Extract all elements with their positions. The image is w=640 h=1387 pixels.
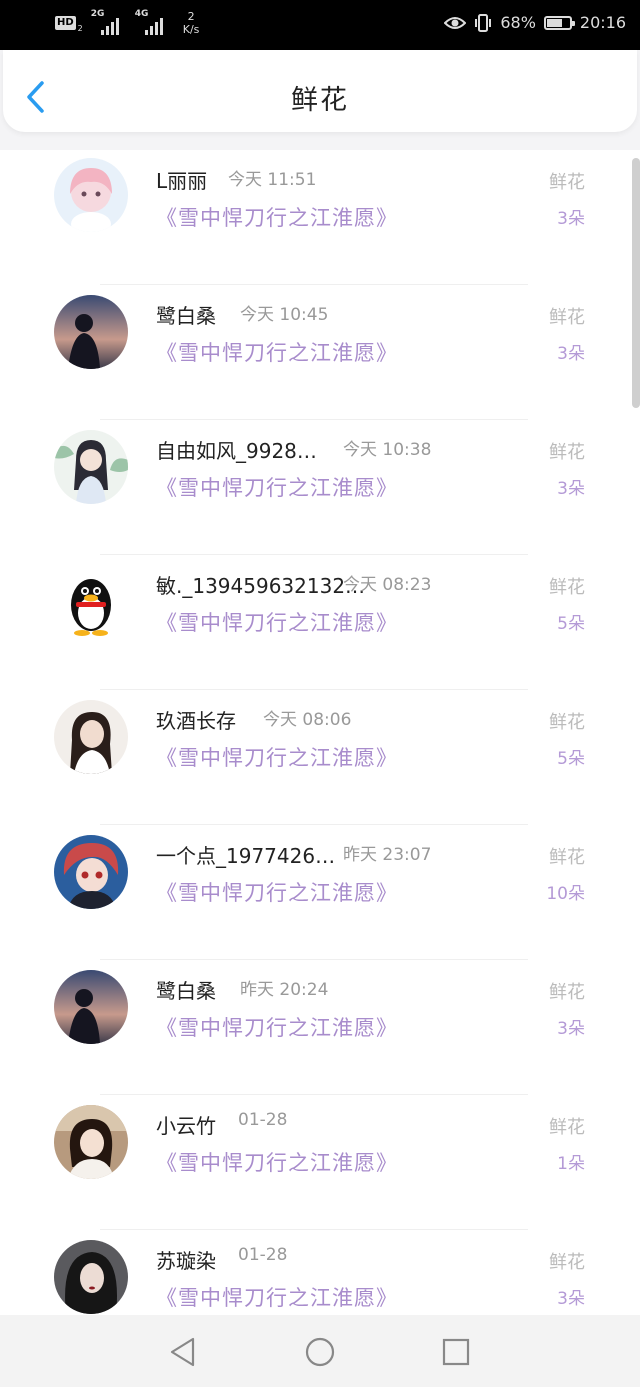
- book-title-link[interactable]: 《雪中悍刀行之江淮愿》: [156, 1282, 398, 1312]
- vibrate-icon: [475, 13, 492, 32]
- user-name[interactable]: 鹭白桑: [156, 975, 216, 1004]
- list-item[interactable]: 敏._139459632132… 今天 08:23 《雪中悍刀行之江淮愿》 鲜花…: [0, 555, 640, 690]
- status-right: 68% 20:16: [444, 13, 626, 32]
- gift-time: 昨天 20:24: [240, 980, 329, 1000]
- penguin-avatar[interactable]: [54, 565, 128, 639]
- gift-time: 今天 08:23: [343, 575, 432, 595]
- network-speed: 2 K/s: [183, 10, 200, 36]
- gift-time: 01-28: [238, 1245, 288, 1265]
- gift-type: 鲜花: [549, 1117, 585, 1138]
- user-name[interactable]: 小云竹: [156, 1110, 216, 1139]
- gift-count: 3朵: [557, 1019, 585, 1039]
- user-name[interactable]: 苏璇染: [156, 1245, 216, 1274]
- gift-count: 5朵: [557, 749, 585, 769]
- gift-count: 10朵: [546, 884, 585, 904]
- user-name[interactable]: 鹭白桑: [156, 300, 216, 329]
- book-title-link[interactable]: 《雪中悍刀行之江淮愿》: [156, 337, 398, 367]
- gift-type: 鲜花: [549, 982, 585, 1003]
- avatar[interactable]: [54, 700, 128, 774]
- user-name[interactable]: 玖酒长存: [156, 705, 236, 734]
- gift-time: 01-28: [238, 1110, 288, 1130]
- hd-sim-index: 2: [77, 23, 83, 33]
- user-name[interactable]: 一个点_1977426…: [156, 840, 335, 869]
- battery-percent: 68%: [500, 13, 536, 32]
- list-item[interactable]: 小云竹 01-28 《雪中悍刀行之江淮愿》 鲜花 1朵: [0, 1095, 640, 1230]
- gift-type: 鲜花: [549, 307, 585, 328]
- user-name[interactable]: 敏._139459632132…: [156, 570, 365, 599]
- signal-2g-icon: 2G: [91, 9, 127, 35]
- app-header: 鲜花: [3, 50, 637, 132]
- back-triangle-icon[interactable]: [166, 1335, 200, 1369]
- gift-type: 鲜花: [549, 847, 585, 868]
- gift-list[interactable]: L丽丽 今天 11:51 《雪中悍刀行之江淮愿》 鲜花 3朵 鹭白桑 今天 10…: [0, 150, 640, 1315]
- gift-time: 昨天 23:07: [343, 845, 432, 865]
- book-title-link[interactable]: 《雪中悍刀行之江淮愿》: [156, 742, 398, 772]
- gift-count: 5朵: [557, 614, 585, 634]
- gift-type: 鲜花: [549, 1252, 585, 1273]
- gift-count: 3朵: [557, 1289, 585, 1309]
- avatar[interactable]: [54, 158, 128, 232]
- gift-count: 1朵: [557, 1154, 585, 1174]
- book-title-link[interactable]: 《雪中悍刀行之江淮愿》: [156, 877, 398, 907]
- avatar[interactable]: [54, 430, 128, 504]
- avatar[interactable]: [54, 295, 128, 369]
- gift-type: 鲜花: [549, 712, 585, 733]
- gift-time: 今天 11:51: [228, 170, 317, 190]
- list-item[interactable]: L丽丽 今天 11:51 《雪中悍刀行之江淮愿》 鲜花 3朵: [0, 150, 640, 285]
- gift-count: 3朵: [557, 344, 585, 364]
- list-item[interactable]: 自由如风_9928… 今天 10:38 《雪中悍刀行之江淮愿》 鲜花 3朵: [0, 420, 640, 555]
- recents-square-icon[interactable]: [439, 1335, 473, 1369]
- page-title: 鲜花: [291, 85, 349, 116]
- gift-type: 鲜花: [549, 577, 585, 598]
- list-item[interactable]: 苏璇染 01-28 《雪中悍刀行之江淮愿》 鲜花 3朵: [0, 1230, 640, 1315]
- list-item[interactable]: 鹭白桑 今天 10:45 《雪中悍刀行之江淮愿》 鲜花 3朵: [0, 285, 640, 420]
- book-title-link[interactable]: 《雪中悍刀行之江淮愿》: [156, 607, 398, 637]
- gift-time: 今天 08:06: [263, 710, 352, 730]
- gift-type: 鲜花: [549, 172, 585, 193]
- book-title-link[interactable]: 《雪中悍刀行之江淮愿》: [156, 472, 398, 502]
- avatar[interactable]: [54, 970, 128, 1044]
- gift-count: 3朵: [557, 479, 585, 499]
- status-bar: HD 2 2G 4G 2 K/s 68% 20:16: [0, 0, 640, 50]
- avatar[interactable]: [54, 1240, 128, 1314]
- eye-comfort-icon: [444, 16, 467, 29]
- book-title-link[interactable]: 《雪中悍刀行之江淮愿》: [156, 202, 398, 232]
- status-left: HD 2 2G 4G 2 K/s: [55, 9, 200, 36]
- avatar[interactable]: [54, 1105, 128, 1179]
- gift-time: 今天 10:38: [343, 440, 432, 460]
- home-circle-icon[interactable]: [303, 1335, 337, 1369]
- signal-4g-icon: 4G: [135, 9, 171, 35]
- list-item[interactable]: 一个点_1977426… 昨天 23:07 《雪中悍刀行之江淮愿》 鲜花 10朵: [0, 825, 640, 960]
- gift-type: 鲜花: [549, 442, 585, 463]
- avatar[interactable]: [54, 835, 128, 909]
- clock: 20:16: [579, 13, 626, 32]
- user-name[interactable]: 自由如风_9928…: [156, 435, 317, 464]
- list-item[interactable]: 玖酒长存 今天 08:06 《雪中悍刀行之江淮愿》 鲜花 5朵: [0, 690, 640, 825]
- system-nav-bar: [0, 1315, 640, 1387]
- scrollbar[interactable]: [632, 158, 640, 408]
- network-speed-value: 2: [187, 10, 195, 23]
- gift-time: 今天 10:45: [240, 305, 329, 325]
- user-name[interactable]: L丽丽: [156, 165, 207, 194]
- list-item[interactable]: 鹭白桑 昨天 20:24 《雪中悍刀行之江淮愿》 鲜花 3朵: [0, 960, 640, 1095]
- network-speed-unit: K/s: [182, 23, 200, 36]
- book-title-link[interactable]: 《雪中悍刀行之江淮愿》: [156, 1012, 398, 1042]
- gift-count: 3朵: [557, 209, 585, 229]
- book-title-link[interactable]: 《雪中悍刀行之江淮愿》: [156, 1147, 398, 1177]
- battery-icon: [543, 15, 575, 30]
- hd-voice-icon: HD: [55, 16, 76, 30]
